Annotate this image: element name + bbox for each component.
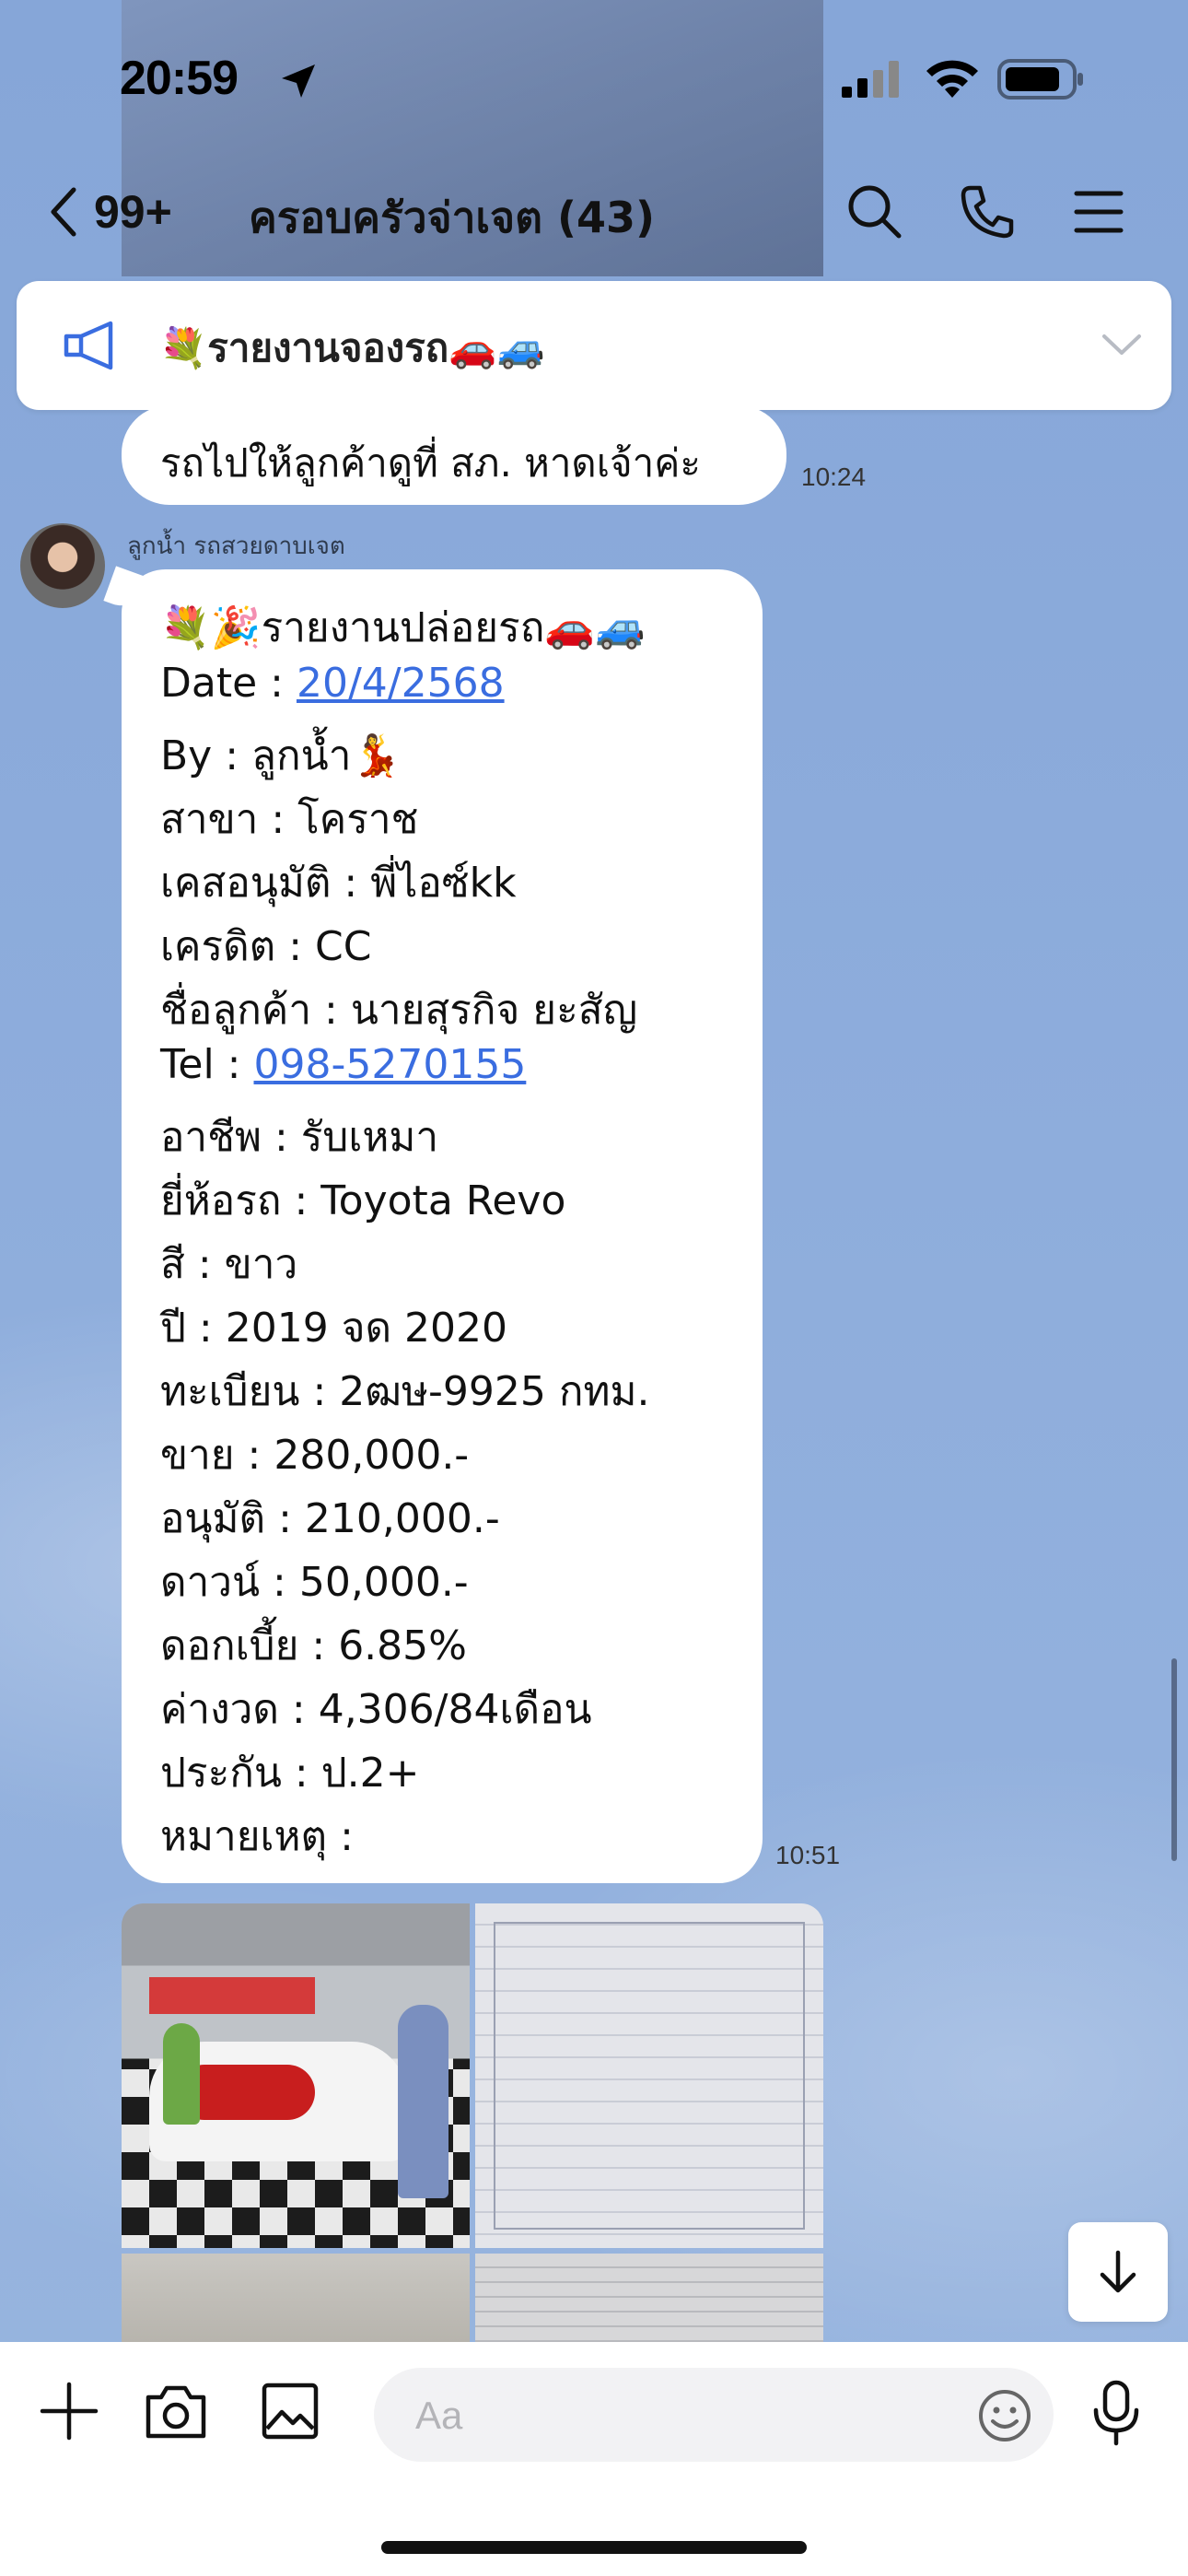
report-approved: อนุมัติ : 210,000.-: [160, 1495, 500, 1542]
microphone-icon[interactable]: [1089, 2379, 1144, 2447]
report-by: By : ลูกน้ำ💃: [160, 732, 402, 779]
battery-icon: [997, 59, 1083, 100]
megaphone-icon: [64, 321, 113, 370]
message-input[interactable]: Aa: [374, 2368, 1054, 2462]
report-approver: เคสอนุมัติ : พี่ไอซ์kk: [160, 860, 517, 907]
report-title: 💐🎉รายงานปล่อยรถ🚗🚙: [160, 604, 646, 651]
arrow-down-icon: [1100, 2250, 1136, 2293]
status-time: 20:59: [120, 52, 239, 105]
report-job: อาชีพ : รับเหมา: [160, 1114, 439, 1161]
chevron-down-icon[interactable]: [1099, 329, 1145, 362]
report-installment: ค่างวด : 4,306/84เดือน: [160, 1686, 592, 1733]
report-date: Date : 20/4/2568: [160, 660, 505, 707]
report-branch: สาขา : โคราช: [160, 796, 419, 843]
report-insurance: ประกัน : ป.2+: [160, 1750, 420, 1797]
report-note: หมายเหตุ :: [160, 1813, 354, 1860]
announcement-bar[interactable]: 💐รายงานจองรถ🚗🚙: [17, 281, 1171, 410]
emoji-icon[interactable]: [977, 2388, 1032, 2443]
phone-link[interactable]: 098-5270155: [254, 1041, 527, 1088]
menu-icon[interactable]: [1073, 186, 1124, 238]
sender-name: ลูกน้ำ รถสวยดาบเจต: [127, 533, 345, 560]
report-sale: ขาย : 280,000.-: [160, 1432, 470, 1479]
report-customer: ชื่อลูกค้า : นายสุรกิจ ยะสัญ: [160, 987, 638, 1034]
date-label: Date :: [160, 660, 297, 707]
search-icon[interactable]: [845, 182, 904, 241]
report-interest: ดอกเบี้ย : 6.85%: [160, 1622, 467, 1669]
message-timestamp: 10:51: [775, 1841, 841, 1869]
report-brand: ยี่ห้อรถ : Toyota Revo: [160, 1177, 566, 1224]
report-year: ปี : 2019 จด 2020: [160, 1305, 508, 1352]
photo-person: [163, 2023, 200, 2125]
phone-icon[interactable]: [958, 182, 1017, 241]
back-button[interactable]: 99+: [46, 184, 172, 240]
message-text: รถไปให้ลูกค้าดูที่ สภ. หาดเจ้าค่ะ: [160, 440, 701, 486]
message-bubble[interactable]: 💐🎉รายงานปล่อยรถ🚗🚙 Date : 20/4/2568 By : …: [122, 569, 763, 1883]
report-down: ดาวน์ : 50,000.-: [160, 1559, 469, 1606]
date-link[interactable]: 20/4/2568: [297, 660, 505, 707]
photo-document[interactable]: [475, 1903, 823, 2248]
report-color: สี : ขาว: [160, 1241, 298, 1288]
scroll-to-bottom-button[interactable]: [1068, 2222, 1168, 2322]
unread-count: 99+: [94, 186, 172, 238]
location-arrow-icon: [282, 64, 315, 98]
report-tel: Tel : 098-5270155: [160, 1041, 526, 1088]
announcement-text: 💐รายงานจองรถ🚗🚙: [159, 325, 545, 370]
avatar[interactable]: [20, 523, 105, 608]
input-placeholder: Aa: [415, 2394, 463, 2437]
report-credit: เครดิต : CC: [160, 923, 372, 970]
photo-document[interactable]: [475, 2254, 823, 2342]
tel-label: Tel :: [160, 1041, 254, 1088]
image-icon[interactable]: [260, 2381, 320, 2441]
scrollbar[interactable]: [1171, 1658, 1177, 1861]
message-input-bar: Aa: [0, 2342, 1188, 2576]
message-timestamp: 10:24: [801, 463, 867, 491]
home-indicator: [381, 2541, 807, 2554]
photo-banner: [149, 1977, 315, 2014]
chat-title[interactable]: ครอบครัวจ่าเจต (43): [249, 184, 655, 252]
photo-person: [398, 2005, 448, 2198]
photo-car-delivery[interactable]: [122, 1903, 470, 2248]
status-bar: 20:59: [0, 0, 1188, 157]
wifi-icon: [926, 60, 978, 98]
message-bubble[interactable]: รถไปให้ลูกค้าดูที่ สภ. หาดเจ้าค่ะ: [122, 405, 786, 505]
plus-icon[interactable]: [37, 2379, 101, 2443]
cellular-signal-icon: [842, 61, 899, 98]
camera-icon[interactable]: [143, 2381, 209, 2441]
photo-id-card[interactable]: [122, 2254, 470, 2342]
report-plate: ทะเบียน : 2ฒษ-9925 กทม.: [160, 1368, 650, 1415]
chat-header: 99+ ครอบครัวจ่าเจต (43): [0, 166, 1188, 258]
chevron-left-icon: [51, 187, 76, 237]
